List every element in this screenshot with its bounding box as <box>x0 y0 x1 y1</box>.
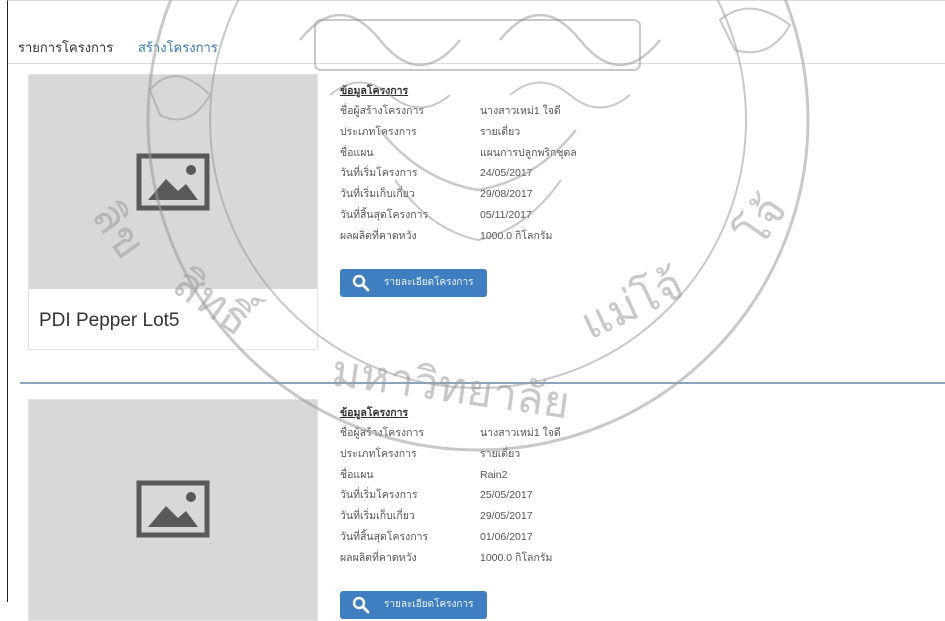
field-value: 1000.0 กิโลกรัม <box>480 229 553 242</box>
project-card[interactable]: PDI Pepper Lot5 <box>28 74 318 350</box>
field-label: ประเภทโครงการ <box>340 447 417 460</box>
field-value: 1000.0 กิโลกรัม <box>480 551 553 564</box>
field-value: 29/08/2017 <box>480 188 533 201</box>
tab-bar: รายการโครงการ สร้างโครงการ <box>8 1 945 64</box>
info-row-harvest-date: วันที่เริ่มเก็บเกี่ยว 29/08/2017 <box>340 184 640 205</box>
info-row-type: ประเภทโครงการ รายเดี่ยว <box>340 122 640 143</box>
tab-create-project[interactable]: สร้างโครงการ <box>128 31 228 64</box>
field-label: ผลผลิตที่คาดหวัง <box>340 551 417 564</box>
button-label: รายละเอียดโครงการ <box>384 599 474 610</box>
field-value: นางสาวเหม่1 ใจดี <box>480 105 561 117</box>
field-label: วันที่เริ่มโครงการ <box>340 167 418 180</box>
project-info-heading: ข้อมูลโครงการ <box>340 85 409 97</box>
image-placeholder-icon <box>136 153 210 211</box>
field-label: วันที่สิ้นสุดโครงการ <box>340 208 429 221</box>
info-row-harvest-date: วันที่เริ่มเก็บเกี่ยว 29/05/2017 <box>340 506 640 527</box>
field-value: รายเดี่ยว <box>480 125 521 138</box>
field-label: ผลผลิตที่คาดหวัง <box>340 229 417 242</box>
info-row-end-date: วันที่สิ้นสุดโครงการ 01/06/2017 <box>340 527 640 548</box>
field-label: ชื่อแผน <box>340 468 374 481</box>
info-row-start-date: วันที่เริ่มโครงการ 24/05/2017 <box>340 163 640 184</box>
info-row-plan: ชื่อแผน แผนการปลูกพริกชุดล <box>340 143 640 164</box>
field-value: 05/11/2017 <box>480 208 532 221</box>
field-value: Rain2 <box>480 468 508 481</box>
image-placeholder-icon <box>136 480 210 538</box>
info-row-start-date: วันที่เริ่มโครงการ 25/05/2017 <box>340 485 640 506</box>
project-info: ข้อมูลโครงการ ชื่อผู้สร้างโครงการ นางสาว… <box>340 81 640 247</box>
field-label: วันที่เริ่มโครงการ <box>340 489 418 502</box>
field-label: ชื่อผู้สร้างโครงการ <box>340 427 424 439</box>
project-title: PDI Pepper Lot5 <box>39 310 180 331</box>
field-label: วันที่เริ่มเก็บเกี่ยว <box>340 188 415 201</box>
project-info: ข้อมูลโครงการ ชื่อผู้สร้างโครงการ นางสาว… <box>340 403 640 569</box>
project-details-button[interactable]: รายละเอียดโครงการ <box>340 591 487 619</box>
field-value: นางสาวเหม่1 ใจดี <box>480 427 561 439</box>
project-details-button[interactable]: รายละเอียดโครงการ <box>340 269 487 297</box>
section-divider <box>20 382 945 384</box>
field-label: ชื่อแผน <box>340 146 374 159</box>
search-icon <box>352 596 370 614</box>
field-value: 29/05/2017 <box>480 510 533 523</box>
info-row-plan: ชื่อแผน Rain2 <box>340 465 640 486</box>
field-label: ประเภทโครงการ <box>340 125 417 138</box>
field-value: 25/05/2017 <box>480 489 533 502</box>
field-label: ชื่อผู้สร้างโครงการ <box>340 105 424 117</box>
project-info-heading: ข้อมูลโครงการ <box>340 407 409 419</box>
button-label: รายละเอียดโครงการ <box>384 277 474 288</box>
field-value: 24/05/2017 <box>480 167 533 180</box>
info-row-creator: ชื่อผู้สร้างโครงการ นางสาวเหม่1 ใจดี <box>340 101 640 122</box>
project-image-placeholder <box>29 400 317 620</box>
field-value: แผนการปลูกพริกชุดล <box>480 146 577 159</box>
project-card[interactable] <box>28 399 318 621</box>
field-label: วันที่เริ่มเก็บเกี่ยว <box>340 510 415 523</box>
info-row-creator: ชื่อผู้สร้างโครงการ นางสาวเหม่1 ใจดี <box>340 423 640 444</box>
info-row-type: ประเภทโครงการ รายเดี่ยว <box>340 444 640 465</box>
info-row-expected-yield: ผลผลิตที่คาดหวัง 1000.0 กิโลกรัม <box>340 548 640 569</box>
tab-project-list[interactable]: รายการโครงการ <box>8 31 123 64</box>
info-row-end-date: วันที่สิ้นสุดโครงการ 05/11/2017 <box>340 205 640 226</box>
info-row-expected-yield: ผลผลิตที่คาดหวัง 1000.0 กิโลกรัม <box>340 226 640 247</box>
search-icon <box>352 274 370 292</box>
field-label: วันที่สิ้นสุดโครงการ <box>340 530 429 543</box>
project-image-placeholder <box>29 75 317 289</box>
field-value: 01/06/2017 <box>480 530 533 543</box>
field-value: รายเดี่ยว <box>480 447 521 460</box>
